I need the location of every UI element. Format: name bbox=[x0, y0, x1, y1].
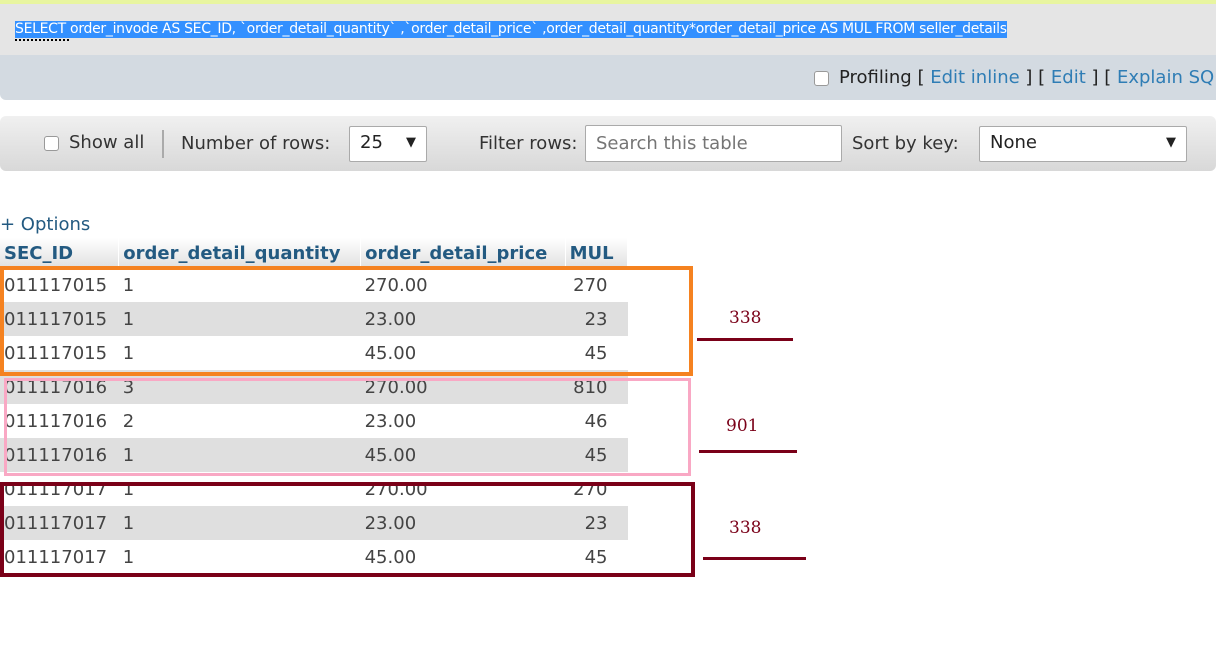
profiling-checkbox[interactable] bbox=[814, 70, 829, 86]
rows-label: Number of rows: bbox=[181, 133, 331, 154]
profiling-label[interactable]: Profiling bbox=[839, 67, 912, 88]
group-box-011117015 bbox=[0, 266, 693, 376]
group-sum-annotation: 338 bbox=[729, 308, 762, 328]
sort-by-key-select[interactable]: None ▼ bbox=[979, 126, 1187, 162]
rows-value: 25 bbox=[360, 132, 383, 153]
group-sum-annotation: 338 bbox=[729, 518, 762, 538]
annotation-underline bbox=[703, 557, 806, 560]
toolbar-divider bbox=[162, 130, 164, 158]
column-header-price[interactable]: order_detail_price bbox=[360, 238, 566, 268]
column-header-quantity[interactable]: order_detail_quantity bbox=[118, 238, 362, 268]
dropdown-arrow-icon: ▼ bbox=[406, 135, 416, 150]
query-actions: Profiling [ Edit inline ] [ Edit ] [ Exp… bbox=[814, 67, 1216, 88]
sql-query-text[interactable]: SELECT order_invode AS SEC_ID, `order_de… bbox=[15, 21, 1007, 38]
sort-label: Sort by key: bbox=[852, 133, 959, 154]
column-header-mul[interactable]: MUL bbox=[565, 238, 629, 268]
rows-select[interactable]: 25 ▼ bbox=[349, 126, 427, 162]
show-all-checkbox[interactable] bbox=[44, 135, 59, 151]
select-keyword-underline bbox=[15, 39, 69, 41]
options-toggle[interactable]: + Options bbox=[0, 214, 90, 235]
annotation-underline bbox=[697, 338, 793, 341]
annotation-underline bbox=[699, 450, 797, 453]
edit-link[interactable]: Edit bbox=[1051, 67, 1086, 88]
explain-sql-link[interactable]: Explain SQL bbox=[1117, 67, 1216, 88]
sort-value: None bbox=[990, 132, 1037, 153]
group-sum-annotation: 901 bbox=[726, 416, 759, 436]
show-all-label: Show all bbox=[69, 132, 145, 153]
group-box-011117016 bbox=[4, 378, 691, 476]
header-row: SEC_ID order_detail_quantity order_detai… bbox=[0, 238, 629, 268]
dropdown-arrow-icon: ▼ bbox=[1166, 135, 1176, 150]
show-all-control[interactable]: Show all bbox=[44, 132, 144, 153]
column-header-sec-id[interactable]: SEC_ID bbox=[0, 238, 120, 268]
filter-label: Filter rows: bbox=[479, 133, 578, 154]
edit-inline-link[interactable]: Edit inline bbox=[930, 67, 1019, 88]
filter-rows-input[interactable] bbox=[585, 125, 842, 162]
group-box-011117017 bbox=[0, 482, 695, 577]
